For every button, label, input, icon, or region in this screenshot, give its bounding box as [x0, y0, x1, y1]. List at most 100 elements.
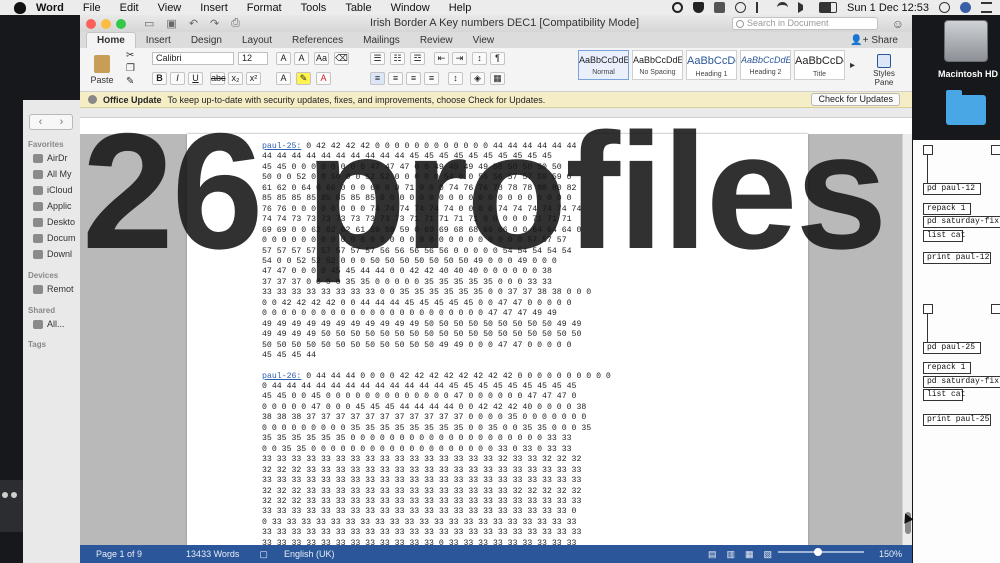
bluetooth-icon[interactable] — [756, 2, 767, 13]
tab-insert[interactable]: Insert — [136, 35, 181, 48]
pd-inlet[interactable] — [923, 304, 933, 314]
feedback-smiley-icon[interactable]: ☺ — [892, 17, 904, 31]
sort-icon[interactable]: ↕ — [472, 52, 487, 65]
clear-formatting-icon[interactable]: ⌫ — [334, 52, 349, 65]
styles-gallery-more-icon[interactable]: ▸ — [850, 60, 855, 71]
justify-icon[interactable]: ≡ — [424, 72, 439, 85]
user-avatar-icon[interactable] — [960, 2, 971, 13]
tab-review[interactable]: Review — [410, 35, 463, 48]
menu-app-name[interactable]: Word — [36, 2, 64, 14]
text-effects-icon[interactable]: A — [276, 72, 291, 85]
menu-edit[interactable]: Edit — [120, 2, 139, 14]
wifi-icon[interactable] — [777, 2, 789, 13]
close-window-button[interactable] — [86, 18, 96, 29]
tab-mailings[interactable]: Mailings — [353, 35, 410, 48]
pd-object-list-cat[interactable]: list cat — [923, 389, 965, 401]
focus-view-icon[interactable]: ▧ — [763, 549, 772, 560]
tab-layout[interactable]: Layout — [232, 35, 282, 48]
tab-home[interactable]: Home — [86, 32, 136, 48]
styles-pane-button[interactable]: Styles Pane — [866, 52, 902, 88]
back-icon[interactable]: ‹ — [30, 115, 51, 129]
strikethrough-button[interactable]: abc — [210, 72, 226, 85]
page-count[interactable]: Page 1 of 9 — [96, 549, 142, 559]
multilevel-list-icon[interactable]: ☲ — [410, 52, 425, 65]
proofing-icon[interactable]: ▢ — [259, 549, 268, 560]
cut-icon[interactable]: ✂ — [126, 50, 134, 61]
borders-icon[interactable]: ▦ — [490, 72, 505, 85]
sidebar-item-shared-all[interactable]: All... — [33, 319, 65, 329]
hard-drive-icon[interactable] — [944, 20, 988, 62]
sidebar-toggle-icon[interactable]: ▭ — [144, 17, 154, 30]
numbering-icon[interactable]: ☷ — [390, 52, 405, 65]
sidebar-item-documents[interactable]: Docum — [33, 233, 76, 243]
share-button[interactable]: 👤+ Share — [850, 35, 898, 48]
word-count[interactable]: 13433 Words — [186, 549, 239, 559]
sidebar-item-airdrop[interactable]: AirDr — [33, 153, 68, 163]
minimize-window-button[interactable] — [101, 18, 111, 29]
change-case-icon[interactable]: Aa — [314, 52, 329, 65]
pd-object-saturday-fix[interactable]: pd saturday-fix — [923, 376, 1000, 388]
paste-button[interactable]: Paste — [88, 51, 116, 89]
battery-icon[interactable] — [819, 2, 838, 13]
grow-font-icon[interactable]: A — [276, 52, 291, 65]
zoom-level[interactable]: 150% — [879, 549, 902, 559]
print-icon[interactable]: ⎙ — [231, 17, 240, 30]
menu-view[interactable]: View — [158, 2, 182, 14]
sidebar-item-remote-disc[interactable]: Remot — [33, 284, 74, 294]
menu-format[interactable]: Format — [247, 2, 282, 14]
language-label[interactable]: English (UK) — [284, 549, 335, 559]
tab-references[interactable]: References — [282, 35, 353, 48]
italic-button[interactable]: I — [170, 72, 185, 85]
menu-insert[interactable]: Insert — [200, 2, 228, 14]
increase-indent-icon[interactable]: ⇥ — [452, 52, 467, 65]
line-spacing-icon[interactable]: ↕ — [448, 72, 463, 85]
menu-table[interactable]: Table — [345, 2, 371, 14]
decrease-indent-icon[interactable]: ⇤ — [434, 52, 449, 65]
show-formatting-icon[interactable]: ¶ — [490, 52, 505, 65]
clock-text[interactable]: Sun 1 Dec 12:53 — [847, 2, 929, 14]
sidebar-item-all-my-files[interactable]: All My — [33, 169, 72, 179]
font-name-select[interactable]: Calibri — [152, 52, 234, 65]
shrink-font-icon[interactable]: A — [294, 52, 309, 65]
volume-icon[interactable] — [798, 2, 809, 13]
menu-window[interactable]: Window — [391, 2, 430, 14]
search-icon[interactable] — [939, 2, 950, 13]
bullets-icon[interactable]: ☰ — [370, 52, 385, 65]
font-size-select[interactable]: 12 — [238, 52, 268, 65]
align-center-icon[interactable]: ≡ — [388, 72, 403, 85]
highlight-color-icon[interactable]: ✎ — [296, 72, 311, 85]
print-layout-icon[interactable]: ▦ — [745, 549, 754, 560]
pd-inlet[interactable] — [991, 145, 1000, 155]
bold-button[interactable]: B — [152, 72, 167, 85]
search-in-document-input[interactable]: Search in Document — [732, 17, 878, 30]
pd-object-paul-25[interactable]: pd paul-25 — [923, 342, 981, 354]
align-right-icon[interactable]: ≡ — [406, 72, 421, 85]
menu-help[interactable]: Help — [449, 2, 472, 14]
save-icon[interactable]: ▣ — [166, 17, 176, 30]
underline-button[interactable]: U — [188, 72, 203, 85]
superscript-button[interactable]: x² — [246, 72, 261, 85]
sidebar-item-icloud[interactable]: iCloud — [33, 185, 73, 195]
style-title[interactable]: AaBbCcDc Title — [794, 50, 845, 80]
recording-icon[interactable] — [672, 2, 684, 13]
sidebar-item-desktop[interactable]: Deskto — [33, 217, 75, 227]
format-painter-icon[interactable]: ✎ — [126, 76, 134, 87]
style-normal[interactable]: AaBbCcDdEe Normal — [578, 50, 629, 80]
pd-object-repack[interactable]: repack 1 — [923, 362, 971, 374]
subscript-button[interactable]: x₂ — [228, 72, 243, 85]
tab-view[interactable]: View — [463, 35, 505, 48]
zoom-slider-knob[interactable] — [814, 548, 822, 556]
redo-icon[interactable]: ↷ — [210, 17, 219, 30]
web-layout-icon[interactable]: ▥ — [726, 549, 735, 560]
menu-file[interactable]: File — [83, 2, 101, 14]
menu-tools[interactable]: Tools — [301, 2, 327, 14]
font-color-icon[interactable]: A — [316, 72, 331, 85]
shading-icon[interactable]: ◈ — [470, 72, 485, 85]
copy-icon[interactable]: ❐ — [126, 63, 135, 74]
notification-list-icon[interactable] — [981, 2, 992, 13]
draft-view-icon[interactable]: ▤ — [708, 549, 717, 560]
zoom-window-button[interactable] — [116, 18, 126, 29]
undo-icon[interactable]: ↶ — [189, 17, 198, 30]
forward-icon[interactable]: › — [51, 115, 72, 129]
shield-icon[interactable] — [693, 2, 705, 13]
